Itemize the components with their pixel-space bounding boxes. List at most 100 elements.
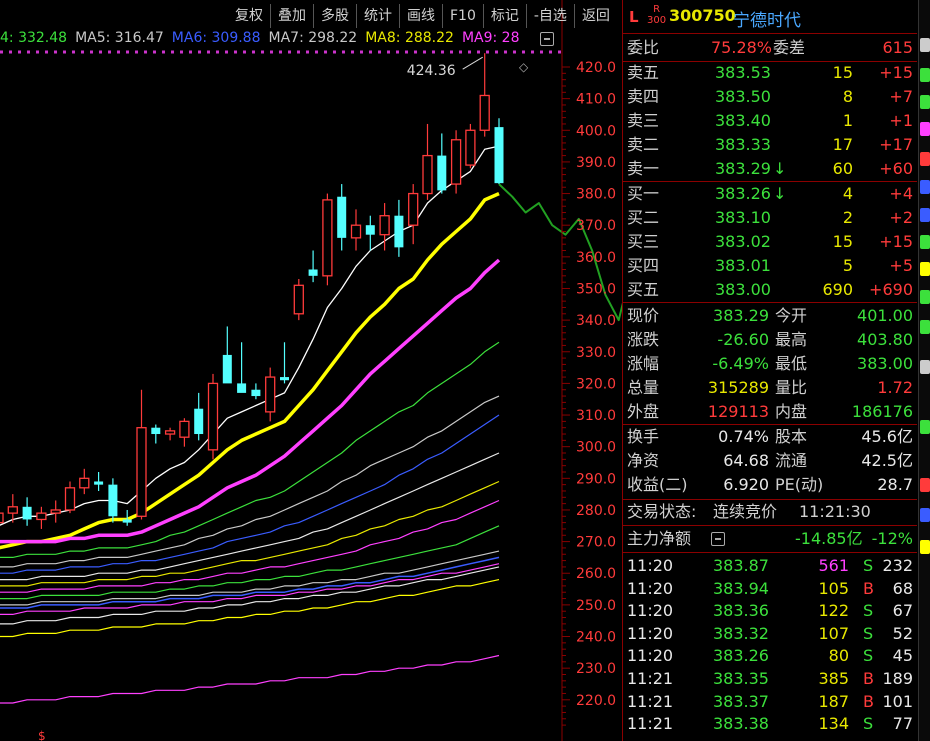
tool-icon[interactable] <box>920 478 930 492</box>
order-level-label: 买三 <box>627 232 660 251</box>
candle-body <box>50 509 61 514</box>
tool-icon[interactable] <box>920 208 930 222</box>
orderbook-row[interactable]: 买三 383.02 15 +15 <box>623 230 917 254</box>
candle <box>494 118 504 185</box>
stock-name[interactable]: 宁德时代 <box>733 6 801 31</box>
candle-body <box>151 427 161 435</box>
axis-label: 270.0 <box>576 535 616 551</box>
axis-label: 310.0 <box>576 408 616 424</box>
quote-value: 383.29 <box>713 306 769 325</box>
quote-value: 129113 <box>707 402 769 421</box>
tool-icon[interactable] <box>920 262 930 276</box>
order-price: 383.10 <box>715 208 771 227</box>
dollar-mark-icon: $ <box>38 729 46 741</box>
quote-label: 量比 <box>775 378 808 397</box>
axis-label: 330.0 <box>576 345 616 361</box>
axis-label: 400.0 <box>576 123 616 139</box>
stock-code[interactable]: 300750 <box>669 6 736 25</box>
tick-count: 232 <box>882 556 913 575</box>
orderbook-row[interactable]: 买二 383.10 2 +2 <box>623 206 917 230</box>
trade-status-value: 连续竞价 <box>713 502 778 521</box>
toolbar-button[interactable]: -自选 <box>525 4 574 28</box>
tick-row[interactable]: 11:20 383.94 105 B 68 <box>623 577 917 601</box>
orderbook-row[interactable]: 买一 383.26 ↓ 4 +4 <box>623 182 917 206</box>
candle-body <box>293 284 304 315</box>
candle <box>164 427 176 441</box>
quote-panel: L R 300 300750 宁德时代 委比 75.28% 委差 615 卖五 38… <box>622 0 918 741</box>
quote-value: 401.00 <box>857 306 913 325</box>
high-price-label: 424.36 <box>407 63 456 79</box>
candle <box>337 184 347 251</box>
axis-label: 300.0 <box>576 440 616 456</box>
toolbar-button[interactable]: 叠加 <box>270 4 313 28</box>
candle <box>79 468 90 495</box>
toolbar-button[interactable]: F10 <box>442 4 483 28</box>
trade-status-time: 11:21:30 <box>799 502 871 521</box>
orderbook-row[interactable]: 卖一 383.29 ↓ 60 +60 <box>623 157 917 181</box>
tool-icon[interactable] <box>920 360 930 374</box>
tool-icon[interactable] <box>920 152 930 166</box>
tool-icon[interactable] <box>920 180 930 194</box>
tick-row[interactable]: 11:21 383.37 187 B 101 <box>623 690 917 714</box>
tool-icon[interactable] <box>920 38 930 52</box>
orderbook-row[interactable]: 卖四 383.50 8 +7 <box>623 85 917 109</box>
tool-icon[interactable] <box>920 320 930 334</box>
candlesticks <box>0 53 504 529</box>
tick-row[interactable]: 11:21 383.38 134 S 77 <box>623 712 917 736</box>
candle-body <box>308 269 318 276</box>
tick-time: 11:21 <box>627 714 674 734</box>
fundamental-label: PE(动) <box>775 475 824 494</box>
tool-icon[interactable] <box>920 235 930 249</box>
toolbar-button[interactable]: 复权 <box>228 4 270 28</box>
ma-line <box>0 395 500 568</box>
quote-label: 最高 <box>775 330 808 349</box>
tick-time: 11:21 <box>627 691 674 711</box>
tool-icon[interactable] <box>920 122 930 136</box>
toolbar-button[interactable]: 返回 <box>573 4 617 28</box>
tick-row[interactable]: 11:20 383.32 107 S 52 <box>623 622 917 646</box>
divider <box>623 33 917 34</box>
order-level-label: 买四 <box>627 256 660 275</box>
collapse-legend-icon[interactable] <box>540 32 554 46</box>
tool-icon[interactable] <box>920 290 930 304</box>
tick-count: 67 <box>892 601 913 621</box>
candle <box>50 500 61 523</box>
tool-icon[interactable] <box>920 95 930 109</box>
toolbar-button[interactable]: 多股 <box>313 4 356 28</box>
tool-icon[interactable] <box>920 508 930 522</box>
orderbook-row[interactable]: 买四 383.01 5 +5 <box>623 254 917 278</box>
candle-body <box>164 430 176 435</box>
tick-row[interactable]: 11:20 383.26 80 S 45 <box>623 644 917 668</box>
toolbar-button[interactable]: 统计 <box>356 4 399 28</box>
kline-chart[interactable]: 420.0 410.0 400.0 390.0 380.0 370.0 360.0 350.0… <box>0 0 622 741</box>
axis-label: 220.0 <box>576 693 616 709</box>
candle <box>365 215 375 251</box>
orderbook-row[interactable]: 卖五 383.53 15 +15 <box>623 61 917 85</box>
candle-body <box>207 382 219 451</box>
quote-value: -26.60 <box>717 330 769 349</box>
order-level-label: 买一 <box>627 184 660 203</box>
order-price: 383.50 <box>715 87 771 106</box>
toolbar-button[interactable]: 画线 <box>399 4 442 28</box>
order-price: 383.29 <box>715 159 771 178</box>
orderbook-row[interactable]: 卖三 383.40 1 +1 <box>623 109 917 133</box>
candle-body <box>265 376 276 413</box>
tick-row[interactable]: 11:20 383.36 122 S 67 <box>623 599 917 623</box>
chart-toolbar: 复权 叠加 多股 统计 画线 F10 标记 -自选 返回 <box>228 4 617 28</box>
orderbook-row[interactable]: 买五 383.00 690 +690 <box>623 278 917 302</box>
orderbook-row[interactable]: 卖二 383.33 17 +17 <box>623 133 917 157</box>
candle-body <box>350 224 362 239</box>
toolbar-button[interactable]: 标记 <box>482 4 526 28</box>
tool-icon[interactable] <box>920 68 930 82</box>
tick-volume: 134 <box>818 714 849 734</box>
tick-count: 189 <box>882 669 913 688</box>
weibi-row: 委比 75.28% 委差 615 <box>623 36 917 60</box>
tick-row[interactable]: 11:20 383.87 561 S 232 <box>623 554 917 578</box>
main-flow-row[interactable]: 主力净额 -14.85亿 -12% <box>623 527 917 551</box>
order-change: +60 <box>879 159 913 178</box>
expand-flow-icon[interactable] <box>711 532 725 546</box>
candle-body <box>450 139 462 185</box>
tick-row[interactable]: 11:21 383.35 385 B 189 <box>623 667 917 691</box>
tool-icon[interactable] <box>920 420 930 434</box>
tool-icon[interactable] <box>920 540 930 554</box>
